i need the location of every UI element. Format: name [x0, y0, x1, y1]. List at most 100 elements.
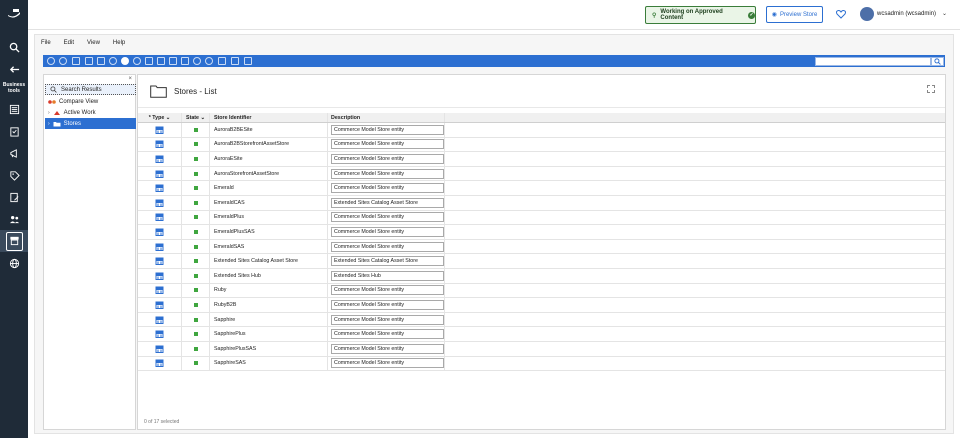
description-field[interactable]: Commerce Model Store entity	[331, 358, 444, 369]
column-header-store-identifier[interactable]: Store Identifier	[210, 113, 328, 122]
approved-content-indicator[interactable]: ⚲ Working on Approved Content ✓	[645, 6, 756, 24]
save-all-icon[interactable]	[97, 57, 105, 65]
store-identifier-cell[interactable]: Sapphire	[210, 312, 328, 327]
menu-view[interactable]: View	[87, 40, 100, 50]
nav-stores[interactable]: › Stores	[45, 118, 136, 129]
layout-icon[interactable]	[218, 57, 226, 65]
description-field[interactable]: Extended Sites Catalog Asset Store	[331, 256, 444, 267]
table-row[interactable]: Emerald Commerce Model Store entity	[138, 181, 945, 196]
preview-store-button[interactable]: ◉ Preview Store	[766, 6, 823, 23]
stop-icon[interactable]	[121, 57, 129, 65]
tasks-icon[interactable]	[0, 120, 28, 142]
table-row[interactable]: SapphireSAS Commerce Model Store entity	[138, 356, 945, 372]
store-identifier-cell[interactable]: AuroraB2BESite	[210, 123, 328, 137]
users-icon[interactable]	[0, 208, 28, 230]
maximize-icon[interactable]	[927, 85, 935, 93]
table-row[interactable]: AuroraStorefrontAssetStore Commerce Model…	[138, 166, 945, 182]
store-identifier-cell[interactable]: EmeraldSAS	[210, 239, 328, 254]
store-identifier-cell[interactable]: SapphirePlus	[210, 327, 328, 341]
table-row[interactable]: Sapphire Commerce Model Store entity	[138, 312, 945, 328]
description-field[interactable]: Commerce Model Store entity	[331, 183, 444, 194]
menu-help[interactable]: Help	[113, 40, 125, 50]
menu-file[interactable]: File	[41, 40, 51, 50]
description-field[interactable]: Commerce Model Store entity	[331, 343, 444, 354]
store-identifier-cell[interactable]: Extended Sites Hub	[210, 268, 328, 283]
store-identifier-cell[interactable]: RubyB2B	[210, 298, 328, 312]
web-icon[interactable]	[133, 57, 141, 65]
description-field[interactable]: Commerce Model Store entity	[331, 168, 444, 179]
favorites-heart-icon[interactable]	[836, 9, 846, 19]
table-row[interactable]: EmeraldCAS Extended Sites Catalog Asset S…	[138, 195, 945, 211]
globe-icon[interactable]	[0, 252, 28, 274]
description-field[interactable]: Commerce Model Store entity	[331, 212, 444, 223]
find-icon[interactable]	[205, 57, 213, 65]
back-icon[interactable]	[47, 57, 55, 65]
user-avatar[interactable]	[860, 7, 874, 21]
forward-icon[interactable]	[59, 57, 67, 65]
nav-active-work[interactable]: › Active Work	[45, 107, 136, 118]
marketing-icon[interactable]	[0, 142, 28, 164]
store-identifier-cell[interactable]: Extended Sites Catalog Asset Store	[210, 254, 328, 268]
table-row[interactable]: Extended Sites Catalog Asset Store Extend…	[138, 254, 945, 269]
description-field[interactable]: Extended Sites Catalog Asset Store	[331, 197, 444, 208]
column-header-type[interactable]: * Type ⌄	[138, 113, 182, 122]
table-row[interactable]: AuroraESite Commerce Model Store entity	[138, 152, 945, 167]
nav-search-results[interactable]: Search Results	[45, 84, 136, 95]
table-row[interactable]: AuroraB2BESite Commerce Model Store entit…	[138, 123, 945, 138]
cancel-icon[interactable]	[193, 57, 201, 65]
description-field[interactable]: Commerce Model Store entity	[331, 329, 444, 340]
table-row[interactable]: Extended Sites Hub Extended Sites Hub	[138, 268, 945, 284]
table-row[interactable]: RubyB2B Commerce Model Store entity	[138, 298, 945, 313]
store-identifier-cell[interactable]: EmeraldCAS	[210, 195, 328, 210]
store-identifier-cell[interactable]: SapphirePlusSAS	[210, 341, 328, 356]
description-field[interactable]: Commerce Model Store entity	[331, 153, 444, 164]
copy-icon[interactable]	[157, 57, 165, 65]
nav-compare-view[interactable]: Compare View	[45, 96, 136, 107]
save-icon[interactable]	[85, 57, 93, 65]
table-row[interactable]: SapphirePlusSAS Commerce Model Store enti…	[138, 341, 945, 357]
store-identifier-cell[interactable]: Ruby	[210, 283, 328, 298]
description-field[interactable]: Commerce Model Store entity	[331, 124, 444, 135]
grid-icon[interactable]	[231, 57, 239, 65]
paste-icon[interactable]	[169, 57, 177, 65]
trash-icon[interactable]	[181, 57, 189, 65]
store-identifier-cell[interactable]: AuroraStorefrontAssetStore	[210, 166, 328, 181]
store-identifier-cell[interactable]: EmeraldPlus	[210, 210, 328, 225]
compare-icon[interactable]	[244, 57, 252, 65]
table-row[interactable]: EmeraldPlusSAS Commerce Model Store entit…	[138, 225, 945, 240]
promotions-icon[interactable]	[0, 164, 28, 186]
store-identifier-cell[interactable]: SapphireSAS	[210, 356, 328, 371]
description-field[interactable]: Commerce Model Store entity	[331, 314, 444, 325]
description-field[interactable]: Commerce Model Store entity	[331, 226, 444, 237]
store-identifier-cell[interactable]: AuroraB2BStorefrontAssetStore	[210, 137, 328, 152]
toolbar-search-input[interactable]	[815, 57, 931, 66]
table-row[interactable]: EmeraldPlus Commerce Model Store entity	[138, 210, 945, 226]
table-row[interactable]: EmeraldSAS Commerce Model Store entity	[138, 239, 945, 255]
table-row[interactable]: AuroraB2BStorefrontAssetStore Commerce Mo…	[138, 137, 945, 153]
table-row[interactable]: Ruby Commerce Model Store entity	[138, 283, 945, 299]
search-icon[interactable]	[931, 57, 944, 66]
store-identifier-cell[interactable]: AuroraESite	[210, 152, 328, 166]
table-row[interactable]: SapphirePlus Commerce Model Store entity	[138, 327, 945, 342]
back-arrow-icon[interactable]	[0, 58, 28, 80]
description-field[interactable]: Commerce Model Store entity	[331, 241, 444, 252]
column-header-state[interactable]: State ⌄	[182, 113, 210, 122]
description-field[interactable]: Extended Sites Hub	[331, 270, 444, 281]
close-icon[interactable]: ×	[128, 76, 132, 82]
content-icon[interactable]	[0, 186, 28, 208]
user-name[interactable]: wcsadmin (wcsadmin)	[877, 11, 936, 17]
description-field[interactable]: Commerce Model Store entity	[331, 285, 444, 296]
menu-edit[interactable]: Edit	[64, 40, 74, 50]
description-field[interactable]: Commerce Model Store entity	[331, 299, 444, 310]
search-icon[interactable]	[0, 36, 28, 58]
store-identifier-cell[interactable]: Emerald	[210, 181, 328, 195]
description-field[interactable]: Commerce Model Store entity	[331, 139, 444, 150]
chevron-right-icon[interactable]: ›	[48, 121, 50, 127]
open-folder-icon[interactable]	[72, 57, 80, 65]
column-header-description[interactable]: Description	[328, 113, 445, 122]
refresh-icon[interactable]	[109, 57, 117, 65]
chevron-down-icon[interactable]: ⌄	[942, 10, 947, 17]
chevron-right-icon[interactable]: ›	[48, 110, 50, 116]
catalog-icon[interactable]	[0, 98, 28, 120]
columns-icon[interactable]	[145, 57, 153, 65]
